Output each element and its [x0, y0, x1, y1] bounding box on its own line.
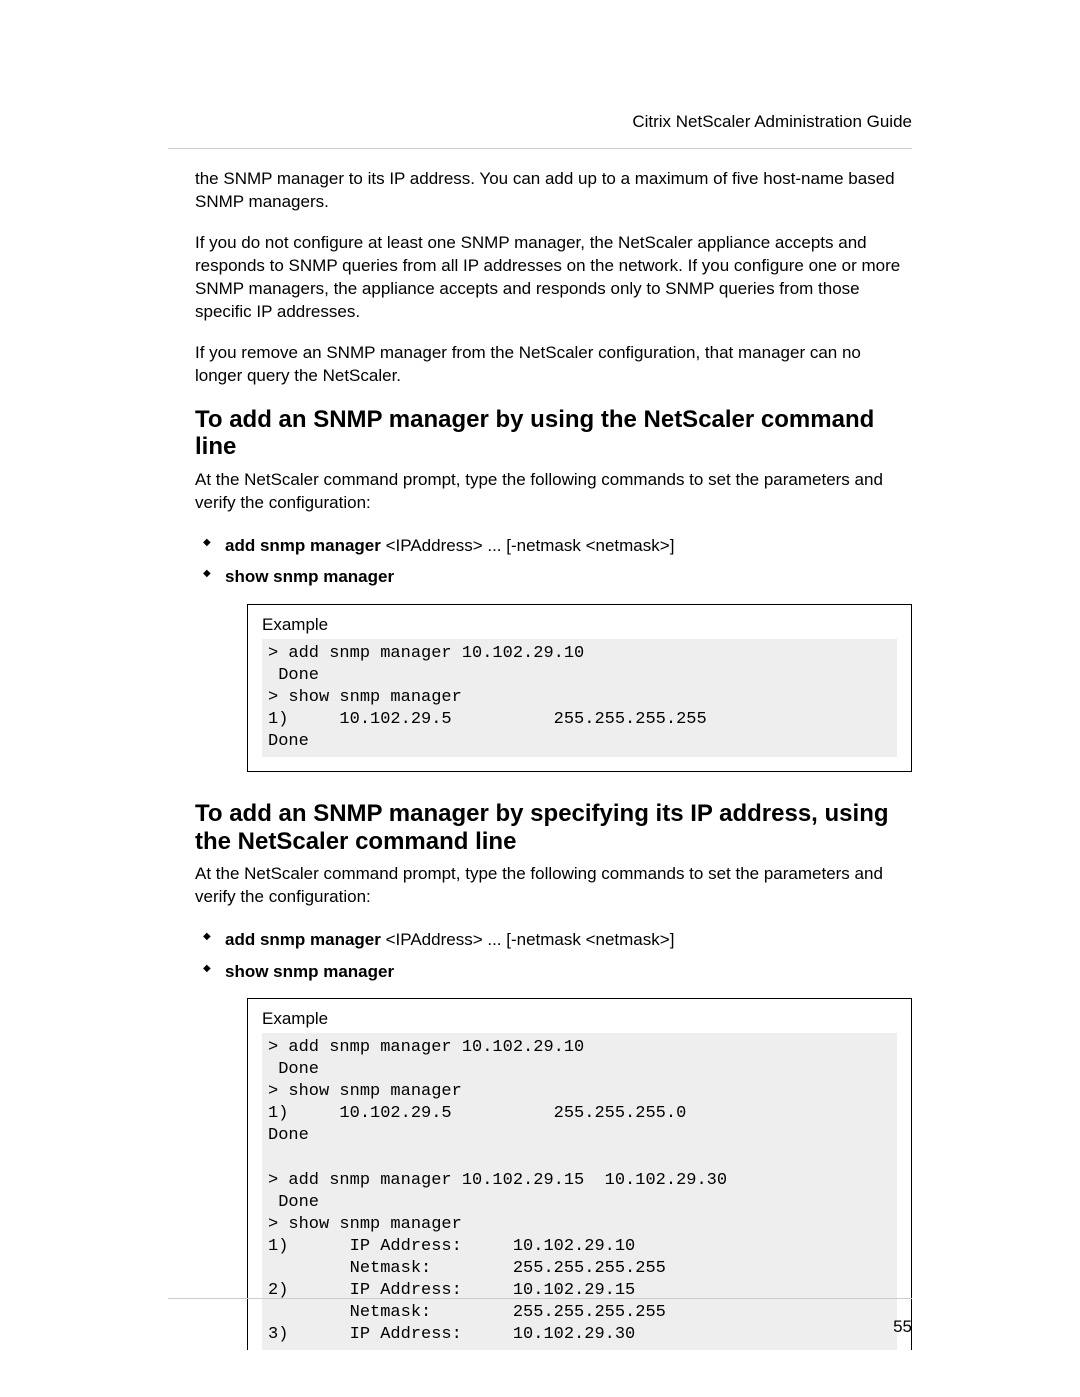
code-block: > add snmp manager 10.102.29.10 Done > s…	[262, 639, 897, 757]
command-name: add snmp manager	[225, 930, 381, 949]
example-label: Example	[262, 1009, 897, 1029]
command-name: show snmp manager	[225, 962, 394, 981]
code-block: > add snmp manager 10.102.29.10 Done > s…	[262, 1033, 897, 1350]
section-intro: At the NetScaler command prompt, type th…	[195, 469, 912, 515]
page-content: the SNMP manager to its IP address. You …	[195, 108, 912, 1350]
document-header-title: Citrix NetScaler Administration Guide	[632, 112, 912, 132]
section-intro: At the NetScaler command prompt, type th…	[195, 863, 912, 909]
bullet-list: add snmp manager <IPAddress> ... [-netma…	[195, 533, 912, 590]
example-label: Example	[262, 615, 897, 635]
header-divider	[168, 148, 912, 149]
section-heading: To add an SNMP manager by specifying its…	[195, 800, 912, 855]
paragraph-body: If you remove an SNMP manager from the N…	[195, 342, 912, 388]
page-number: 55	[893, 1317, 912, 1337]
list-item: show snmp manager	[195, 959, 912, 985]
section-heading: To add an SNMP manager by using the NetS…	[195, 406, 912, 461]
bullet-list: add snmp manager <IPAddress> ... [-netma…	[195, 927, 912, 984]
command-name: add snmp manager	[225, 536, 381, 555]
list-item: add snmp manager <IPAddress> ... [-netma…	[195, 927, 912, 953]
paragraph-body: If you do not configure at least one SNM…	[195, 232, 912, 324]
paragraph-continuation: the SNMP manager to its IP address. You …	[195, 168, 912, 214]
example-box: Example > add snmp manager 10.102.29.10 …	[247, 604, 912, 772]
command-args: <IPAddress> ... [-netmask <netmask>]	[381, 930, 675, 949]
command-args: <IPAddress> ... [-netmask <netmask>]	[381, 536, 675, 555]
command-name: show snmp manager	[225, 567, 394, 586]
footer-divider	[168, 1298, 912, 1299]
list-item: add snmp manager <IPAddress> ... [-netma…	[195, 533, 912, 559]
list-item: show snmp manager	[195, 564, 912, 590]
document-page: Citrix NetScaler Administration Guide th…	[0, 0, 1080, 1397]
